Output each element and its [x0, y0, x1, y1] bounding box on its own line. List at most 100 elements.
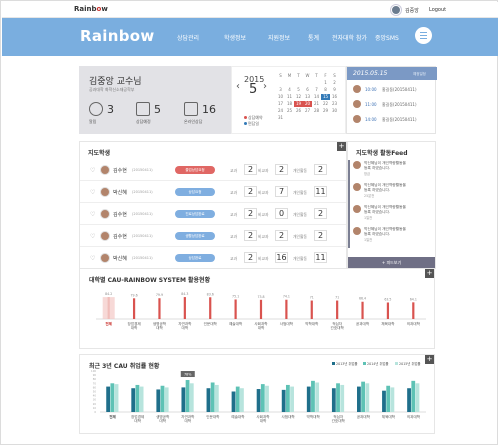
logout-button[interactable]: Logout: [426, 6, 449, 14]
legend-swatch: [395, 362, 398, 365]
tick-label: 공과대학: [357, 414, 371, 419]
stat-alerts-label: 알림: [89, 119, 97, 124]
student-name[interactable]: 박신혜: [113, 255, 127, 262]
student-name[interactable]: 김수현: [113, 211, 127, 218]
calendar-day[interactable]: 13: [303, 94, 312, 100]
calendar-day[interactable]: 12: [294, 94, 303, 100]
calendar-day[interactable]: 22: [321, 101, 330, 107]
calendar-day[interactable]: 27: [303, 108, 312, 114]
calendar-day[interactable]: 28: [312, 108, 321, 114]
y-tick-label: 30: [93, 398, 97, 402]
heart-icon[interactable]: ♡: [90, 211, 95, 218]
nav-item-sms[interactable]: 중앙SMS: [375, 33, 399, 42]
calendar-day[interactable]: 15: [321, 94, 330, 100]
avatar: [353, 115, 361, 123]
calendar-day[interactable]: 16: [330, 94, 339, 100]
tick-label: 대학: [184, 418, 191, 423]
stat-online-value: 16: [202, 103, 216, 116]
feed-more-button[interactable]: + 피드보기: [348, 257, 435, 268]
user-avatar[interactable]: [391, 5, 401, 15]
y-tick-label: 0: [94, 410, 96, 414]
weekday-label: T: [297, 73, 300, 78]
student-name[interactable]: 김수현: [113, 233, 127, 240]
calendar-day[interactable]: 24: [276, 108, 285, 114]
calendar-day[interactable]: 20: [303, 101, 312, 107]
calendar-day[interactable]: 8: [321, 87, 330, 93]
calendar-day[interactable]: 18: [285, 101, 294, 107]
calendar-day[interactable]: 31: [276, 115, 285, 121]
nav-item-student-info[interactable]: 학생정보: [224, 33, 246, 42]
nav-item-e-college[interactable]: 전자대학 참가: [332, 33, 367, 42]
bar: [336, 383, 340, 412]
calendar-day[interactable]: 6: [303, 87, 312, 93]
metric-extra: 2: [275, 164, 288, 175]
bar: [285, 384, 290, 412]
status-badge[interactable]: 졸업상담요청: [175, 166, 215, 174]
calendar-day[interactable]: 11: [285, 94, 294, 100]
stat-scheduled-value: 5: [154, 103, 161, 116]
advisee-more-button[interactable]: +: [337, 142, 346, 151]
status-badge[interactable]: 상담요청: [175, 188, 215, 196]
calendar-day[interactable]: 25: [285, 108, 294, 114]
calendar-day[interactable]: 3: [276, 87, 285, 93]
calendar-prev-button[interactable]: ‹: [236, 81, 240, 92]
calendar-day[interactable]: 5: [294, 87, 303, 93]
profile-card: 김중앙 교수님 공과대학 화학신소재공학부 3 알림 5 상담예정 16 온라인…: [79, 66, 231, 134]
bar: [110, 383, 115, 412]
table-row[interactable]: ♡ 박신혜 (20150411) 상담요청 교과 2 비교과 7 개인활동 11: [80, 181, 346, 203]
calendar-day[interactable]: 9: [330, 87, 339, 93]
heart-icon[interactable]: ♡: [90, 189, 95, 196]
bar: [185, 380, 190, 412]
table-row[interactable]: ♡ 김수현 (20150411) 생활상담완료 교과 2 비교과 2 개인활동 …: [80, 225, 346, 247]
employment-chart-panel: 최근 3년 CAU 취업률 현황 + 2013년 취업률 2014년 취업률 201…: [79, 354, 435, 434]
calendar-day[interactable]: 10: [276, 94, 285, 100]
calendar-day[interactable]: 7: [312, 87, 321, 93]
calendar-day[interactable]: 30: [330, 108, 339, 114]
calendar-day[interactable]: 17: [276, 101, 285, 107]
legend-label: 2015년 취업률: [399, 361, 421, 366]
table-row[interactable]: ♡ 김수현 (20150411) 졸업상담요청 교과 2 비교과 2 개인활동 …: [80, 159, 346, 181]
feed-scrollbar[interactable]: [348, 160, 350, 248]
top-logo[interactable]: Rainbow: [74, 5, 108, 13]
status-badge[interactable]: 상담완료: [175, 254, 215, 262]
calendar-day[interactable]: 19: [294, 101, 303, 107]
student-name[interactable]: 박신혜: [113, 189, 127, 196]
metric-label: 개인활동: [293, 256, 307, 261]
metric-label: 비교과: [258, 212, 269, 217]
status-badge[interactable]: 생활상담완료: [175, 232, 215, 240]
calendar-day[interactable]: 4: [285, 87, 294, 93]
metric-extra: 0: [275, 208, 288, 219]
nav-item-counseling[interactable]: 상담관리: [177, 33, 199, 42]
table-row[interactable]: ♡ 김수현 (20150411) 진로상담완료 교과 2 비교과 0 개인활동 …: [80, 203, 346, 225]
calendar-day[interactable]: 23: [330, 101, 339, 107]
bar-highlight: [102, 297, 115, 319]
bar: [281, 389, 286, 412]
metric-label: 교과: [230, 168, 237, 173]
heart-icon[interactable]: ♡: [90, 167, 95, 174]
nav-logo[interactable]: Rainbow: [80, 27, 155, 45]
avatar: [100, 209, 110, 219]
calendar-day[interactable]: 14: [312, 94, 321, 100]
status-badge[interactable]: 진로상담완료: [175, 210, 215, 218]
calendar-widget: 2015 ‹ 5 › S M T W T F S 1 2 3 4 5 6 7 8 9 10 11 12 13 14 15 1…: [231, 66, 346, 134]
bar: [206, 388, 211, 412]
heart-icon[interactable]: ♡: [90, 233, 95, 240]
bar: [407, 388, 411, 412]
metric-label: 개인활동: [293, 234, 307, 239]
calendar-day[interactable]: 21: [312, 101, 321, 107]
hamburger-menu-icon[interactable]: [415, 27, 432, 44]
table-row[interactable]: ♡ 박신혜 (20150411) 상담완료 교과 2 비교과 16 개인활동 1…: [80, 247, 346, 269]
calendar-day[interactable]: 2: [330, 80, 339, 86]
heart-icon[interactable]: ♡: [90, 255, 95, 262]
calendar-day[interactable]: 29: [321, 108, 330, 114]
metric-course: 2: [244, 252, 257, 263]
calendar-day[interactable]: 1: [321, 80, 330, 86]
bar: [181, 387, 186, 412]
student-name[interactable]: 김수현: [113, 167, 127, 174]
calendar-day[interactable]: 26: [294, 108, 303, 114]
schedule-subtitle: 예정일정: [413, 72, 426, 76]
nav-item-statistics[interactable]: 통계: [308, 33, 319, 42]
schedule-date: 2015.05.15: [353, 70, 388, 77]
nav-item-support-info[interactable]: 지원정보: [268, 33, 290, 42]
calendar-next-button[interactable]: ›: [263, 81, 267, 92]
